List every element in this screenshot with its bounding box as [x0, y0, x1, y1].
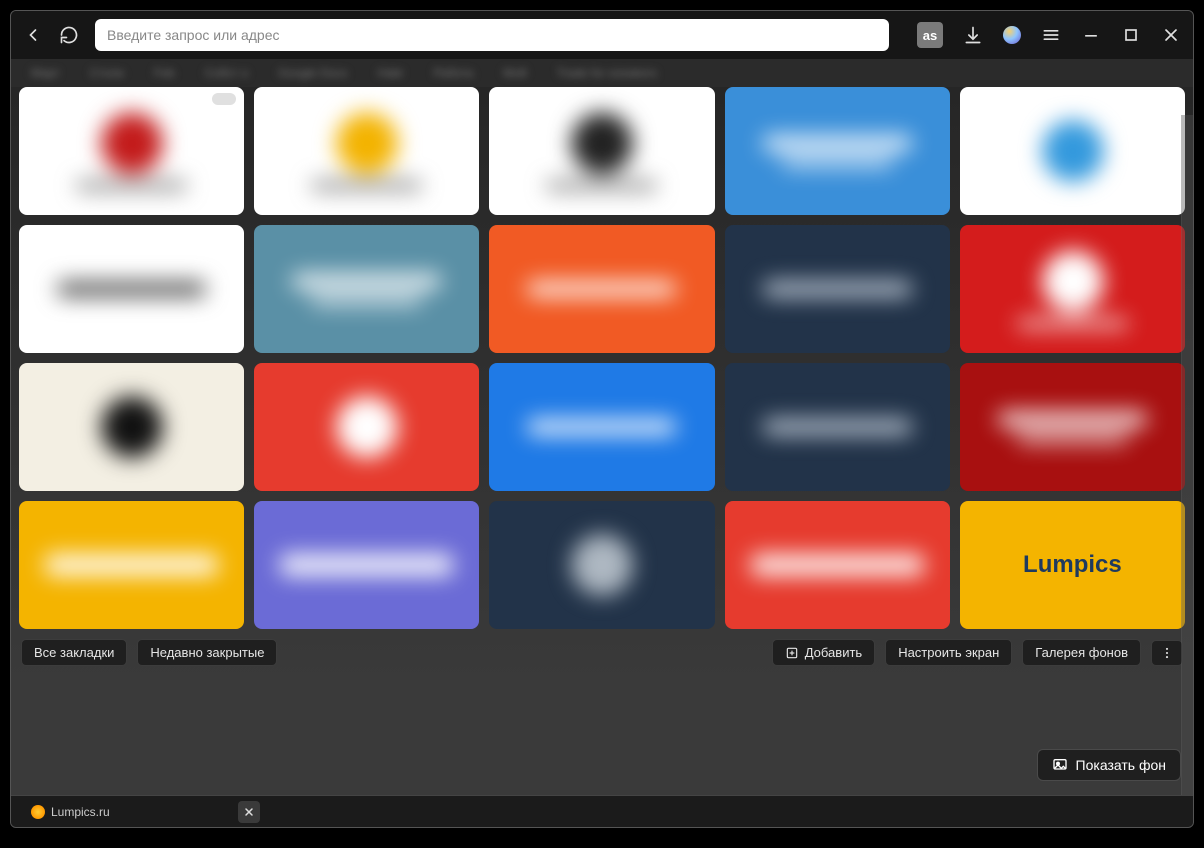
browser-window: Введите запрос или адрес as Март Столи: [10, 10, 1194, 828]
tile-title: [528, 281, 677, 296]
tile-logo-icon: [336, 396, 398, 458]
speed-dial-tile[interactable]: [19, 87, 244, 215]
speed-dial-tile[interactable]: [960, 363, 1185, 491]
scrollbar[interactable]: [1181, 115, 1193, 795]
tile-title: [998, 411, 1147, 426]
show-background-button[interactable]: Показать фон: [1037, 749, 1181, 781]
toolbar-right: as: [917, 22, 1181, 48]
tile-grid: Lumpics: [15, 87, 1189, 629]
taskbar-close-icon[interactable]: [238, 801, 260, 823]
speed-dial-tile[interactable]: [725, 501, 950, 629]
maximize-window-icon[interactable]: [1121, 25, 1141, 45]
tile-title: [763, 135, 912, 150]
downloads-icon[interactable]: [963, 25, 983, 45]
tile-logo-icon: [101, 112, 163, 174]
speed-dial: Lumpics Все закладки Недавно закрытые До…: [11, 87, 1193, 795]
speed-dial-tile[interactable]: [254, 363, 479, 491]
tile-logo-icon: [1042, 120, 1104, 182]
speed-dial-tile[interactable]: [489, 501, 714, 629]
tile-logo-icon: [1042, 250, 1104, 312]
speed-dial-tile[interactable]: Lumpics: [960, 501, 1185, 629]
taskbar-item-label: Lumpics.ru: [51, 805, 110, 819]
speed-dial-tile[interactable]: [489, 87, 714, 215]
tile-subtitle: [546, 180, 657, 190]
reload-button[interactable]: [59, 25, 79, 45]
close-window-icon[interactable]: [1161, 25, 1181, 45]
toolbar: Введите запрос или адрес as: [11, 11, 1193, 59]
tile-logo-icon: [101, 396, 163, 458]
speed-dial-tile[interactable]: [254, 225, 479, 353]
speed-dial-tile[interactable]: [19, 363, 244, 491]
tile-title: [292, 273, 441, 288]
tile-subtitle: [311, 180, 422, 190]
tile-subtitle: [1017, 433, 1128, 443]
speed-dial-tile[interactable]: [19, 501, 244, 629]
speed-dial-tile[interactable]: [254, 501, 479, 629]
tile-title: [763, 419, 912, 434]
tile-title: [528, 419, 677, 434]
tile-title: [280, 554, 453, 576]
favicon-icon: [31, 805, 45, 819]
assistant-icon[interactable]: [1003, 26, 1021, 44]
all-bookmarks-button[interactable]: Все закладки: [21, 639, 127, 666]
recently-closed-button[interactable]: Недавно закрытые: [137, 639, 277, 666]
speed-dial-tile[interactable]: [960, 225, 1185, 353]
speed-dial-tile[interactable]: [725, 225, 950, 353]
bookmark-bar[interactable]: Март Столи Feb Собст о Google Docs Habr …: [11, 59, 1193, 87]
address-input[interactable]: Введите запрос или адрес: [95, 19, 889, 51]
back-button[interactable]: [23, 25, 43, 45]
tile-title: [763, 281, 912, 296]
speed-dial-tile[interactable]: [19, 225, 244, 353]
background-gallery-button[interactable]: Галерея фонов: [1022, 639, 1141, 666]
minimize-window-icon[interactable]: [1081, 25, 1101, 45]
tile-title: Lumpics: [1023, 551, 1122, 579]
speed-dial-tile[interactable]: [960, 87, 1185, 215]
add-tile-button[interactable]: Добавить: [772, 639, 875, 666]
tile-logo-icon: [571, 534, 633, 596]
speed-dial-tile[interactable]: [725, 363, 950, 491]
more-options-button[interactable]: [1151, 640, 1183, 666]
taskbar-item[interactable]: Lumpics.ru: [21, 803, 120, 821]
tile-subtitle: [76, 180, 187, 190]
lastfm-icon[interactable]: as: [917, 22, 943, 48]
settings-menu-icon[interactable]: [1041, 25, 1061, 45]
tile-subtitle: [781, 157, 892, 167]
speed-dial-tile[interactable]: [725, 87, 950, 215]
customize-screen-button[interactable]: Настроить экран: [885, 639, 1012, 666]
chip-row: Все закладки Недавно закрытые Добавить Н…: [15, 629, 1189, 676]
tile-subtitle: [311, 295, 422, 305]
taskbar: Lumpics.ru: [11, 795, 1193, 827]
tile-tag-icon: [212, 93, 236, 105]
speed-dial-tile[interactable]: [489, 225, 714, 353]
tile-logo-icon: [336, 112, 398, 174]
address-placeholder: Введите запрос или адрес: [107, 27, 280, 43]
tile-title: [750, 554, 923, 576]
tile-title: [45, 554, 218, 576]
tile-logo-icon: [571, 112, 633, 174]
tile-subtitle: [1017, 318, 1128, 328]
speed-dial-tile[interactable]: [489, 363, 714, 491]
tile-title: [57, 281, 206, 296]
speed-dial-tile[interactable]: [254, 87, 479, 215]
